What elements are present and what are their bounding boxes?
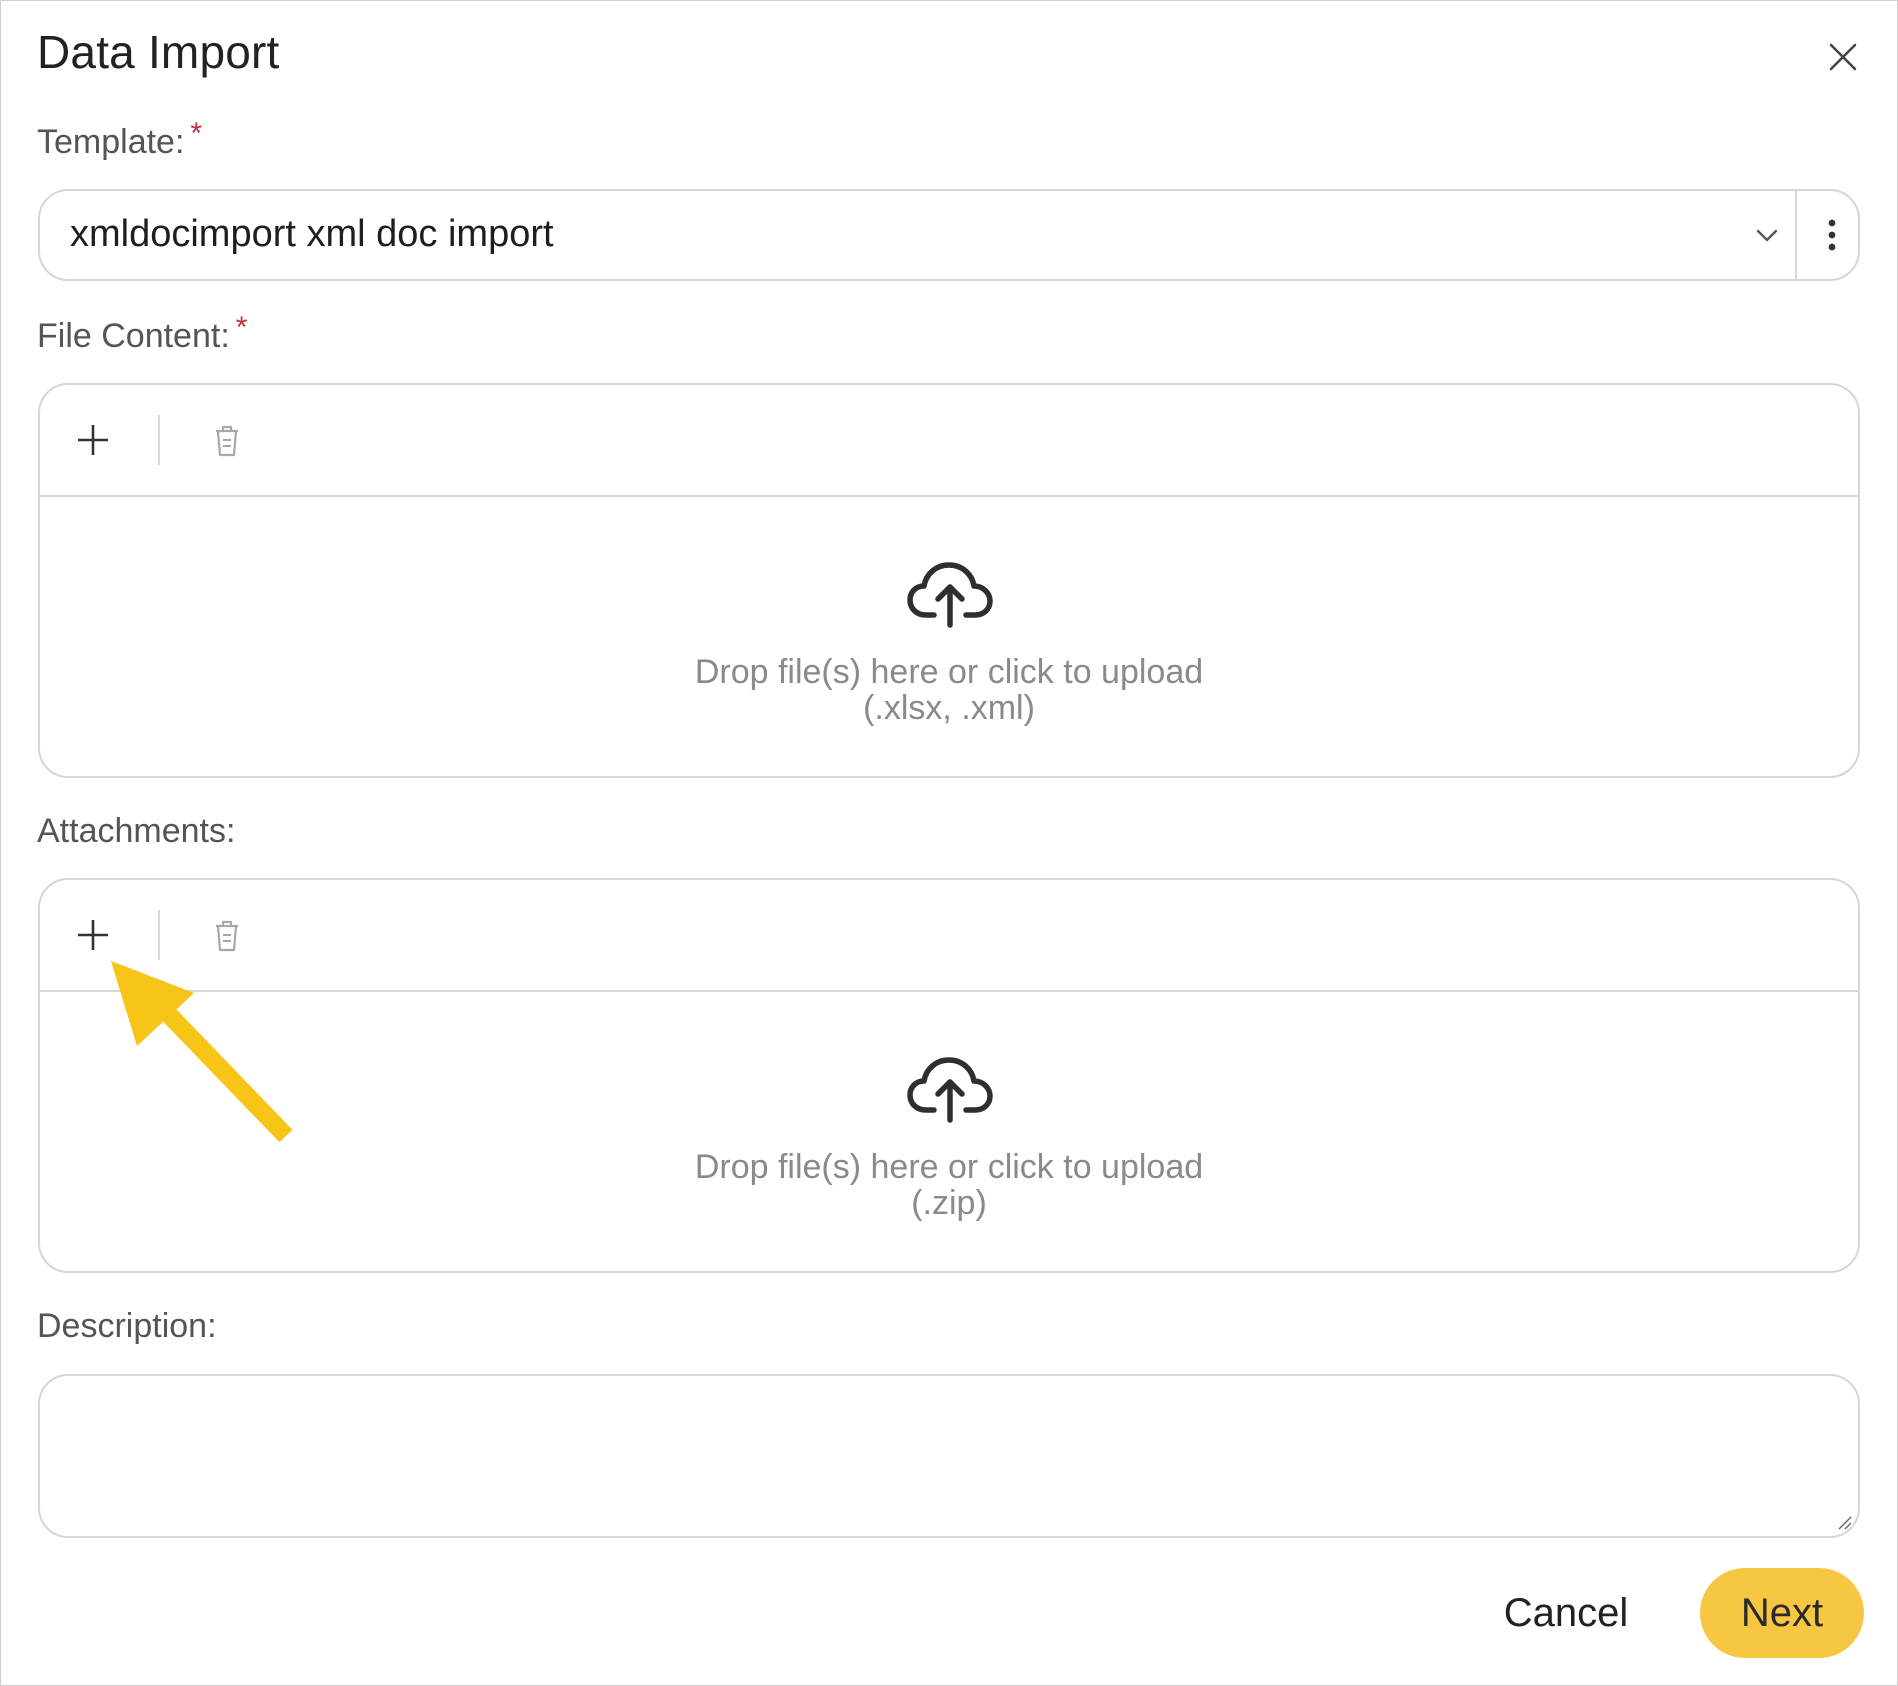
next-button[interactable]: Next [1700,1568,1864,1658]
trash-icon [216,920,238,952]
delete-attachment-button[interactable] [202,910,252,960]
delete-file-button[interactable] [202,415,252,465]
file-content-label-text: File Content: [37,317,230,355]
more-options-button[interactable] [1808,207,1856,263]
uploader-toolbar [40,385,1858,497]
required-mark: * [235,311,248,344]
accepted-file-types: (.xlsx, .xml) [863,689,1035,727]
close-icon [1829,43,1857,71]
cancel-button[interactable]: Cancel [1501,1565,1631,1661]
trash-icon [216,425,238,457]
file-content-label: File Content: * [37,311,247,356]
resize-grip-icon[interactable] [1836,1514,1852,1530]
add-attachment-button[interactable] [68,910,118,960]
toolbar-separator [158,910,160,960]
add-file-button[interactable] [68,415,118,465]
uploader-toolbar [40,880,1858,992]
select-divider [1795,191,1797,279]
plus-icon [78,425,108,455]
attachments-label: Attachments: [37,812,235,851]
chevron-down-icon[interactable] [1752,217,1782,253]
description-label: Description: [37,1307,217,1346]
dialog-title: Data Import [37,26,280,78]
attachments-uploader: Drop file(s) here or click to upload (.z… [38,878,1860,1273]
attachments-drop-zone[interactable]: Drop file(s) here or click to upload (.z… [40,992,1858,1272]
plus-icon [78,920,108,950]
template-label: Template: * [37,117,202,162]
more-vertical-icon [1828,219,1836,251]
template-select[interactable]: xmldocimport xml doc import [38,189,1860,281]
drop-instruction: Drop file(s) here or click to upload [694,1148,1204,1186]
close-button[interactable] [1821,35,1865,79]
drop-instruction: Drop file(s) here or click to upload [694,653,1204,691]
template-label-text: Template: [37,123,185,161]
cloud-upload-icon [907,1057,993,1123]
data-import-dialog: Data Import Template: * xmldocimport xml … [0,0,1898,1686]
required-mark: * [190,117,203,150]
description-textarea[interactable] [38,1374,1860,1538]
toolbar-separator [158,415,160,465]
template-select-value: xmldocimport xml doc import [70,213,554,255]
file-content-drop-zone[interactable]: Drop file(s) here or click to upload (.x… [40,497,1858,777]
file-content-uploader: Drop file(s) here or click to upload (.x… [38,383,1860,778]
attachments-label-text: Attachments: [37,812,236,850]
cloud-upload-icon [907,562,993,628]
description-label-text: Description: [37,1307,217,1345]
accepted-file-types: (.zip) [911,1184,987,1222]
